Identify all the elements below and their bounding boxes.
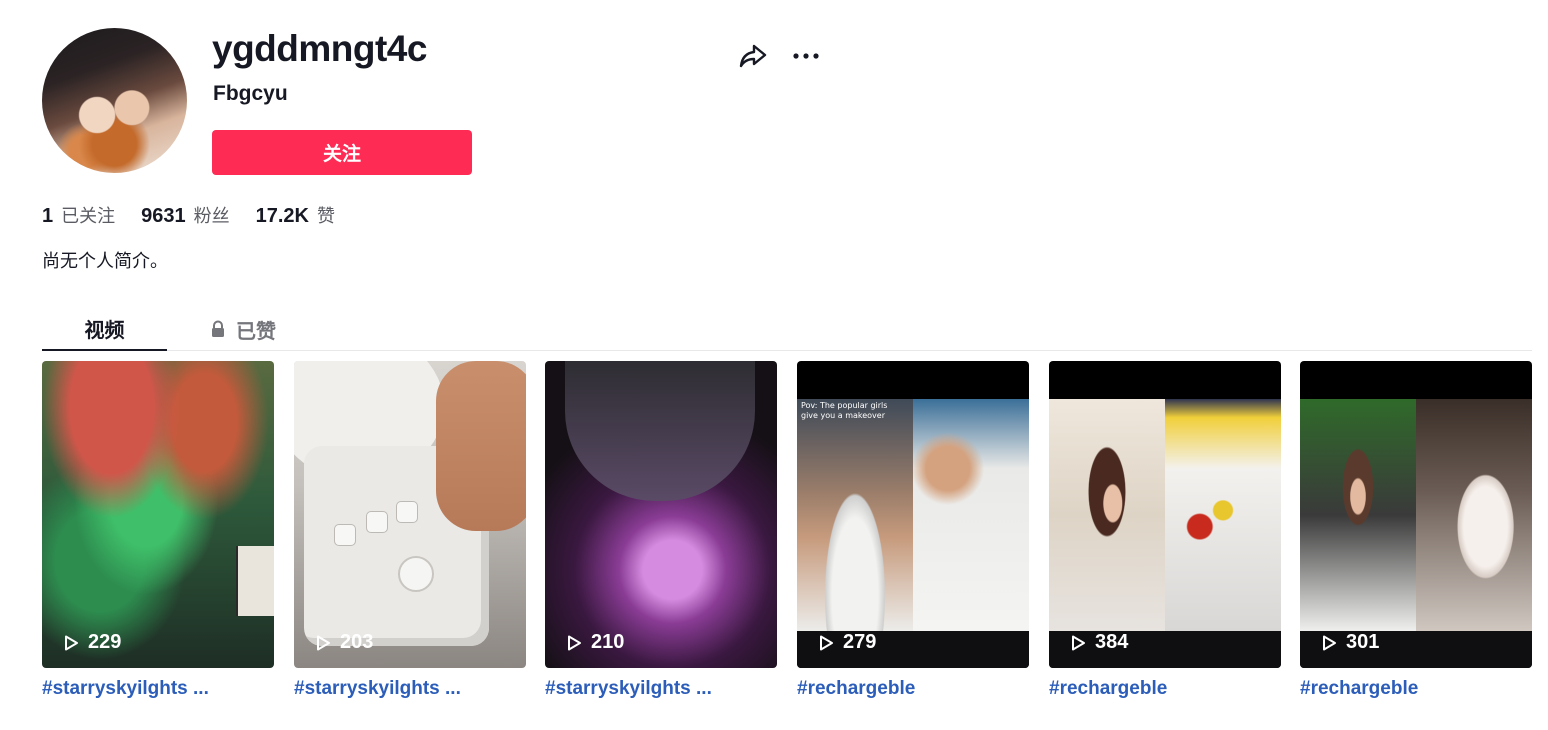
share-button[interactable]	[735, 38, 771, 74]
stat-following[interactable]: 1 已关注	[42, 202, 115, 228]
video-overlay-text: Pov: The popular girls give you a makeov…	[801, 401, 888, 420]
stat-value: 1	[42, 205, 54, 227]
view-count: 301	[1320, 631, 1379, 654]
stat-followers[interactable]: 9631 粉丝	[141, 202, 230, 228]
view-count: 203	[314, 631, 373, 654]
play-icon	[820, 635, 833, 650]
video-caption[interactable]: #rechargeble	[797, 678, 1029, 700]
video-thumbnail[interactable]: 229	[42, 361, 274, 668]
stat-label: 已关注	[61, 206, 116, 227]
profile-stats: 1 已关注 9631 粉丝 17.2K 赞	[42, 202, 361, 228]
lock-icon	[212, 320, 224, 337]
tab-label: 已赞	[236, 318, 276, 343]
username: ygddmngt4c	[212, 28, 427, 69]
more-icon	[793, 53, 819, 59]
nickname: Fbgcyu	[213, 82, 288, 105]
stat-likes: 17.2K 赞	[256, 202, 335, 228]
video-card[interactable]: 301 #rechargeble	[1300, 361, 1532, 700]
tab-videos[interactable]: 视频	[42, 308, 167, 351]
video-card[interactable]: 210 #starryskyilghts ...	[545, 361, 777, 700]
video-card[interactable]: Pov: The popular girls give you a makeov…	[797, 361, 1029, 700]
share-icon	[739, 44, 767, 68]
play-icon	[317, 635, 330, 650]
stat-label: 赞	[317, 206, 335, 227]
video-thumbnail[interactable]: Pov: The popular girls give you a makeov…	[797, 361, 1029, 668]
video-card[interactable]: 203 #starryskyilghts ...	[294, 361, 526, 700]
video-caption[interactable]: #rechargeble	[1049, 678, 1281, 700]
view-count: 279	[817, 631, 876, 654]
view-count: 210	[565, 631, 624, 654]
video-thumbnail[interactable]: 384	[1049, 361, 1281, 668]
video-grid: 229 #starryskyilghts ... 203 #starryskyi…	[42, 361, 1532, 701]
tab-label: 视频	[84, 318, 125, 342]
video-card[interactable]: 229 #starryskyilghts ...	[42, 361, 274, 700]
stat-label: 粉丝	[193, 206, 230, 227]
profile-tabs: 视频 已赞	[42, 300, 1532, 351]
video-caption[interactable]: #starryskyilghts ...	[545, 678, 777, 700]
stat-value: 17.2K	[255, 205, 309, 227]
avatar[interactable]	[42, 28, 187, 173]
play-icon	[65, 635, 78, 650]
play-icon	[1072, 635, 1085, 650]
video-thumbnail[interactable]: 301	[1300, 361, 1532, 668]
video-caption[interactable]: #rechargeble	[1300, 678, 1532, 700]
stat-value: 9631	[141, 205, 186, 227]
video-thumbnail[interactable]: 203	[294, 361, 526, 668]
video-thumbnail[interactable]: 210	[545, 361, 777, 668]
play-icon	[1323, 635, 1336, 650]
follow-button[interactable]: 关注	[212, 130, 472, 175]
play-icon	[568, 635, 581, 650]
tab-liked[interactable]: 已赞	[208, 308, 276, 350]
view-count: 229	[62, 631, 121, 654]
more-button[interactable]	[788, 38, 824, 74]
video-caption[interactable]: #starryskyilghts ...	[42, 678, 274, 700]
video-card[interactable]: 384 #rechargeble	[1049, 361, 1281, 700]
bio: 尚无个人简介。	[42, 251, 168, 272]
video-caption[interactable]: #starryskyilghts ...	[294, 678, 526, 700]
view-count: 384	[1069, 631, 1128, 654]
